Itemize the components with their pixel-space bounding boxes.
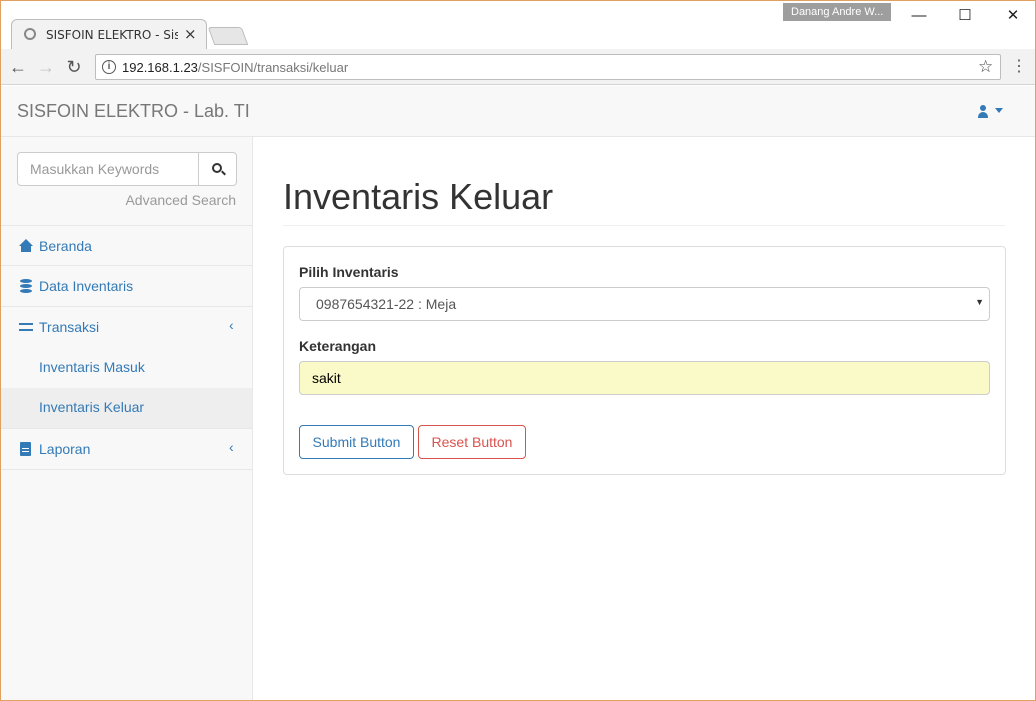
- search-button[interactable]: [198, 152, 237, 186]
- inventaris-selected-value: 0987654321-22 : Meja: [316, 296, 457, 312]
- sidebar-item-label: Data Inventaris: [39, 278, 134, 294]
- page-title: Inventaris Keluar: [283, 176, 554, 217]
- sidebar-item-laporan[interactable]: Laporan ‹: [1, 429, 252, 470]
- user-menu-toggle[interactable]: [977, 102, 1003, 122]
- file-icon: [19, 442, 33, 456]
- sidebar-item-label: Inventaris Masuk: [39, 359, 145, 375]
- sidebar-item-inventaris-keluar[interactable]: Inventaris Keluar: [1, 388, 252, 428]
- sidebar-item-label: Beranda: [39, 238, 92, 254]
- url-text[interactable]: 192.168.1.23/SISFOIN/transaksi/keluar: [122, 60, 348, 75]
- form-panel: Pilih Inventaris 0987654321-22 : Meja ▼ …: [283, 246, 1006, 475]
- url-path: /SISFOIN/transaksi/keluar: [197, 60, 349, 75]
- advanced-search-link[interactable]: Advanced Search: [125, 192, 236, 208]
- sidebar-search: [17, 152, 237, 186]
- brand-title[interactable]: SISFOIN ELEKTRO - Lab. TI: [17, 101, 250, 122]
- database-icon: [19, 279, 33, 293]
- profile-badge[interactable]: Danang Andre W...: [783, 3, 891, 21]
- window-close-button[interactable]: ✕: [993, 5, 1033, 27]
- sidebar-item-inventaris-masuk[interactable]: Inventaris Masuk: [1, 348, 252, 388]
- submit-button[interactable]: Submit Button: [299, 425, 414, 459]
- sidebar-item-label: Laporan: [39, 441, 91, 457]
- title-bar: SISFOIN ELEKTRO - Sistem × Danang Andre …: [1, 1, 1035, 49]
- app-navbar: SISFOIN ELEKTRO - Lab. TI: [1, 86, 1035, 137]
- select-caret-icon: ▼: [975, 297, 984, 307]
- search-input[interactable]: [17, 152, 199, 186]
- address-bar[interactable]: i 192.168.1.23/SISFOIN/transaksi/keluar …: [95, 54, 1001, 80]
- caret-down-icon: [995, 108, 1003, 114]
- browser-toolbar: ← → ↻ i 192.168.1.23/SISFOIN/transaksi/k…: [1, 49, 1035, 85]
- sidebar-item-transaksi[interactable]: Transaksi ‹: [1, 307, 252, 348]
- chevron-left-icon: ‹: [229, 317, 234, 333]
- sidebar-item-label: Inventaris Keluar: [39, 399, 145, 415]
- chevron-left-icon: ‹: [229, 439, 234, 455]
- exchange-icon: [19, 320, 33, 334]
- tab-close-icon[interactable]: ×: [184, 25, 197, 43]
- back-arrow-icon[interactable]: ←: [7, 56, 29, 78]
- inventaris-label: Pilih Inventaris: [299, 264, 399, 280]
- sidebar-menu: Beranda Data Inventaris Transaksi ‹ Inve…: [1, 225, 252, 470]
- browser-menu-icon[interactable]: ⋮: [1011, 56, 1027, 78]
- user-icon: [977, 104, 989, 118]
- minimize-button[interactable]: —: [899, 5, 939, 27]
- site-favicon-icon: [24, 28, 36, 40]
- sidebar-item-data-inventaris[interactable]: Data Inventaris: [1, 266, 252, 307]
- new-tab-button[interactable]: [207, 27, 249, 45]
- main-content: Inventaris Keluar Pilih Inventaris 09876…: [253, 137, 1035, 700]
- transaksi-submenu: Inventaris Masuk Inventaris Keluar: [1, 348, 252, 429]
- tab-title: SISFOIN ELEKTRO - Sistem: [46, 28, 178, 42]
- url-host: 192.168.1.23: [122, 60, 198, 75]
- sidebar-item-beranda[interactable]: Beranda: [1, 225, 252, 266]
- browser-window: SISFOIN ELEKTRO - Sistem × Danang Andre …: [0, 0, 1036, 701]
- inventaris-select[interactable]: 0987654321-22 : Meja ▼: [299, 287, 990, 321]
- home-icon: [19, 239, 33, 253]
- bookmark-star-icon[interactable]: ☆: [978, 57, 993, 77]
- browser-tab[interactable]: SISFOIN ELEKTRO - Sistem ×: [11, 19, 207, 49]
- keterangan-label: Keterangan: [299, 338, 377, 354]
- reset-button[interactable]: Reset Button: [418, 425, 526, 459]
- maximize-button[interactable]: ☐: [945, 5, 985, 27]
- sidebar: Advanced Search Beranda Data Inventaris …: [1, 137, 253, 700]
- info-icon[interactable]: i: [102, 60, 116, 74]
- reload-icon[interactable]: ↻: [63, 56, 85, 78]
- sidebar-item-label: Transaksi: [39, 319, 100, 335]
- keterangan-input[interactable]: [299, 361, 990, 395]
- forward-arrow-icon[interactable]: →: [35, 56, 57, 78]
- page-header: Inventaris Keluar: [283, 177, 1005, 226]
